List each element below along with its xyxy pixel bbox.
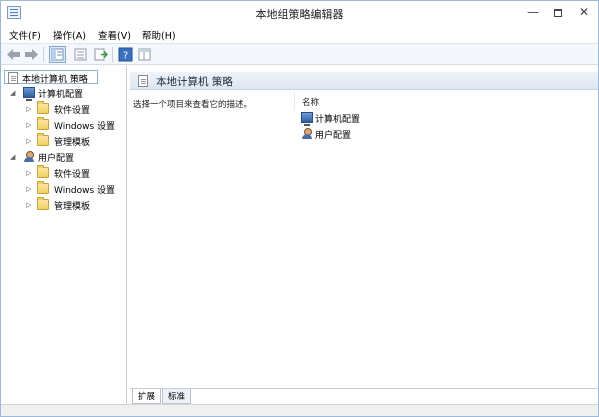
forward-arrow-icon[interactable] — [24, 47, 39, 62]
tree-node-label: Windows 设置 — [54, 122, 116, 132]
export-list-icon[interactable] — [93, 47, 108, 62]
tree-node-label: 计算机配置 — [38, 90, 84, 100]
details-title: 本地计算机 策略 — [156, 76, 233, 88]
tree-node-label: 软件设置 — [54, 170, 91, 180]
help-icon[interactable]: ? — [118, 47, 133, 62]
user-icon — [23, 151, 35, 162]
tree-root[interactable]: 本地计算机 策略 — [4, 70, 98, 85]
menu-help[interactable]: 帮助(H) — [142, 28, 176, 42]
tree-node-label: Windows 设置 — [54, 186, 116, 196]
user-icon — [301, 128, 313, 139]
collapse-arrow-icon[interactable]: ◢ — [10, 153, 15, 161]
tree-node-user-config[interactable]: ◢ 用户配置 — [1, 150, 125, 164]
computer-icon — [23, 87, 35, 101]
tree-node-software-settings[interactable]: ▷ 软件设置 — [1, 165, 125, 180]
folder-icon — [37, 181, 49, 194]
expand-arrow-icon[interactable]: ▷ — [26, 169, 31, 177]
title-bar: 本地组策略编辑器 — ✕ — [1, 1, 598, 25]
collapse-arrow-icon[interactable]: ◢ — [10, 89, 15, 97]
tab-extended[interactable]: 扩展 — [132, 389, 162, 404]
tree-node-label: 管理模板 — [54, 138, 91, 148]
expand-arrow-icon[interactable]: ▷ — [26, 121, 31, 129]
tree-node-label: 管理模板 — [54, 202, 91, 212]
minimize-button[interactable]: — — [522, 3, 544, 21]
show-tree-icon[interactable] — [49, 46, 66, 63]
menu-action[interactable]: 操作(A) — [53, 28, 86, 42]
computer-icon — [301, 112, 313, 126]
tree-node-admin-templates[interactable]: ▷ 管理模板 — [1, 133, 125, 148]
expand-arrow-icon[interactable]: ▷ — [26, 185, 31, 193]
view-icon[interactable] — [137, 47, 152, 62]
maximize-icon — [554, 8, 562, 17]
tab-standard[interactable]: 标准 — [162, 389, 192, 404]
menu-bar: 文件(F) 操作(A) 查看(V) 帮助(H) — [1, 26, 598, 43]
tree-pane: 本地计算机 策略 ◢ 计算机配置 ▷ 软件设置 ▷ Windows 设置 ▷ 管… — [1, 66, 127, 404]
tree-node-label: 软件设置 — [54, 106, 91, 116]
tree-node-windows-settings[interactable]: ▷ Windows 设置 — [1, 117, 125, 132]
details-header: 本地计算机 策略 — [130, 72, 598, 90]
close-button[interactable]: ✕ — [572, 3, 596, 21]
list-item-label: 用户配置 — [315, 131, 352, 141]
column-header-name[interactable]: 名称 — [302, 96, 319, 108]
toolbar: ? — [1, 43, 598, 65]
folder-icon — [37, 165, 49, 178]
tree-node-software-settings[interactable]: ▷ 软件设置 — [1, 101, 125, 116]
status-bar — [1, 404, 598, 416]
column-separator — [294, 92, 295, 110]
tree-node-admin-templates[interactable]: ▷ 管理模板 — [1, 197, 125, 212]
tree-node-windows-settings[interactable]: ▷ Windows 设置 — [1, 181, 125, 196]
properties-icon[interactable] — [73, 47, 88, 62]
folder-icon — [37, 197, 49, 210]
maximize-button[interactable] — [547, 3, 569, 21]
svg-text:?: ? — [123, 51, 128, 62]
tree-node-computer-config[interactable]: ◢ 计算机配置 — [1, 86, 125, 101]
view-tabs: 扩展 标准 — [130, 388, 598, 404]
toolbar-separator — [112, 47, 113, 62]
description-text: 选择一个项目来查看它的描述。 — [133, 100, 253, 110]
tree-root-label: 本地计算机 策略 — [22, 75, 88, 85]
tree-node-label: 用户配置 — [38, 154, 75, 164]
policy-document-icon — [138, 75, 148, 87]
group-policy-editor-window: 本地组策略编辑器 — ✕ 文件(F) 操作(A) 查看(V) 帮助(H) ? 本… — [0, 0, 599, 417]
list-item-label: 计算机配置 — [315, 115, 361, 125]
window-title: 本地组策略编辑器 — [255, 8, 344, 21]
folder-icon — [37, 133, 49, 146]
toolbar-separator — [43, 47, 44, 62]
folder-icon — [37, 101, 49, 114]
menu-view[interactable]: 查看(V) — [98, 28, 131, 42]
menu-file[interactable]: 文件(F) — [9, 28, 41, 42]
expand-arrow-icon[interactable]: ▷ — [26, 105, 31, 113]
expand-arrow-icon[interactable]: ▷ — [26, 137, 31, 145]
folder-icon — [37, 117, 49, 130]
back-arrow-icon[interactable] — [6, 47, 21, 62]
details-pane: 本地计算机 策略 选择一个项目来查看它的描述。 名称 计算机配置 用户配置 — [130, 66, 598, 388]
policy-document-icon — [8, 72, 18, 84]
expand-arrow-icon[interactable]: ▷ — [26, 201, 31, 209]
